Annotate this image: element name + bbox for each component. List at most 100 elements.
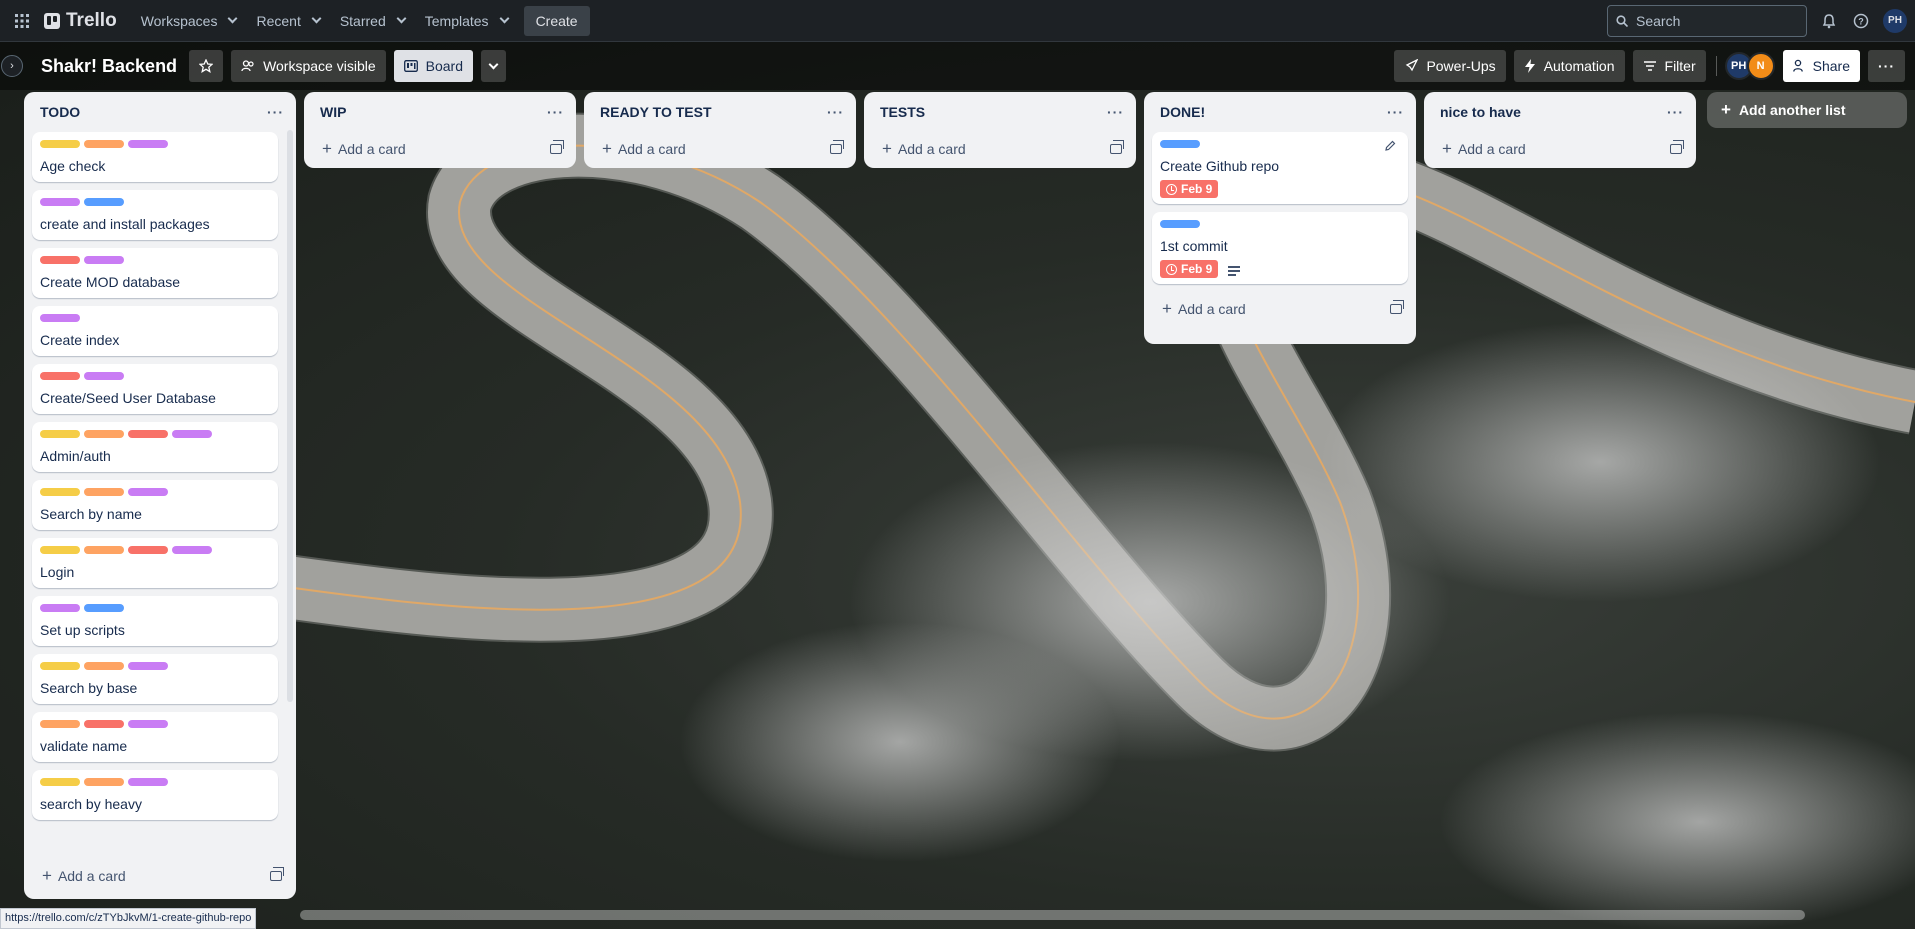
- list-menu-icon[interactable]: ···: [1107, 104, 1124, 120]
- power-ups-button[interactable]: Power-Ups: [1394, 50, 1506, 82]
- automation-button[interactable]: Automation: [1513, 50, 1625, 82]
- card-labels[interactable]: [40, 546, 270, 554]
- user-avatar[interactable]: PH: [1883, 8, 1907, 33]
- card[interactable]: Age check: [32, 132, 278, 182]
- card[interactable]: Search by base: [32, 654, 278, 704]
- star-button[interactable]: [189, 50, 224, 82]
- card-labels[interactable]: [40, 662, 270, 670]
- edit-icon[interactable]: [1384, 140, 1398, 154]
- board-title[interactable]: Shakr! Backend: [41, 56, 177, 77]
- card-labels[interactable]: [40, 720, 270, 728]
- label-orange[interactable]: [84, 778, 124, 786]
- list-title[interactable]: READY TO TEST: [600, 104, 712, 120]
- card[interactable]: 1st commit Feb 9: [1152, 212, 1408, 284]
- list-menu-icon[interactable]: ···: [1667, 104, 1684, 120]
- card[interactable]: search by heavy: [32, 770, 278, 820]
- filter-button[interactable]: Filter: [1632, 50, 1706, 82]
- label-purple[interactable]: [40, 314, 80, 322]
- label-purple[interactable]: [40, 604, 80, 612]
- board-menu-button[interactable]: ···: [1868, 50, 1905, 82]
- card[interactable]: Search by name: [32, 480, 278, 530]
- label-yellow[interactable]: [40, 140, 80, 148]
- label-purple[interactable]: [84, 256, 124, 264]
- label-orange[interactable]: [40, 720, 80, 728]
- add-card-button[interactable]: + Add a card: [584, 132, 856, 166]
- card-labels[interactable]: [40, 256, 270, 264]
- list-title[interactable]: nice to have: [1440, 104, 1521, 120]
- due-date-badge[interactable]: Feb 9: [1160, 180, 1219, 198]
- sidebar-expand-icon[interactable]: ›: [1, 55, 23, 77]
- view-switcher-button[interactable]: [480, 50, 506, 82]
- label-red[interactable]: [128, 430, 168, 438]
- list-header[interactable]: TESTS ···: [864, 92, 1136, 132]
- list-menu-icon[interactable]: ···: [827, 104, 844, 120]
- label-yellow[interactable]: [40, 546, 80, 554]
- card[interactable]: create and install packages: [32, 190, 278, 240]
- list-header[interactable]: DONE! ···: [1144, 92, 1416, 132]
- card-labels[interactable]: [40, 430, 270, 438]
- card[interactable]: Login: [32, 538, 278, 588]
- template-icon[interactable]: [1390, 300, 1404, 314]
- template-icon[interactable]: [1110, 140, 1124, 154]
- label-red[interactable]: [84, 720, 124, 728]
- list-menu-icon[interactable]: ···: [547, 104, 564, 120]
- label-purple[interactable]: [40, 198, 80, 206]
- card-labels[interactable]: [40, 604, 270, 612]
- card-labels[interactable]: [40, 778, 270, 786]
- add-card-button[interactable]: + Add a card: [1144, 292, 1416, 326]
- card[interactable]: Create index: [32, 306, 278, 356]
- help-icon[interactable]: ?: [1851, 11, 1871, 31]
- card[interactable]: validate name: [32, 712, 278, 762]
- label-yellow[interactable]: [40, 430, 80, 438]
- label-orange[interactable]: [84, 140, 124, 148]
- card-labels[interactable]: [1160, 140, 1400, 148]
- label-purple[interactable]: [128, 778, 168, 786]
- card[interactable]: Create MOD database: [32, 248, 278, 298]
- label-blue[interactable]: [84, 604, 124, 612]
- list-header[interactable]: WIP ···: [304, 92, 576, 132]
- label-purple[interactable]: [128, 488, 168, 496]
- starred-menu[interactable]: Starred: [330, 5, 415, 37]
- list-header[interactable]: nice to have ···: [1424, 92, 1696, 132]
- label-blue[interactable]: [84, 198, 124, 206]
- horizontal-scrollbar[interactable]: [300, 910, 1805, 920]
- label-red[interactable]: [40, 372, 80, 380]
- board-view-button[interactable]: Board: [393, 50, 473, 82]
- card-labels[interactable]: [40, 372, 270, 380]
- list-header[interactable]: READY TO TEST ···: [584, 92, 856, 132]
- member-avatar[interactable]: N: [1746, 52, 1775, 80]
- card[interactable]: Set up scripts: [32, 596, 278, 646]
- card-labels[interactable]: [40, 140, 270, 148]
- trello-logo[interactable]: Trello: [44, 10, 117, 32]
- label-red[interactable]: [128, 546, 168, 554]
- label-orange[interactable]: [84, 662, 124, 670]
- template-icon[interactable]: [830, 140, 844, 154]
- label-purple[interactable]: [84, 372, 124, 380]
- app-switcher-icon[interactable]: [8, 7, 36, 35]
- label-purple[interactable]: [172, 430, 212, 438]
- label-purple[interactable]: [128, 662, 168, 670]
- label-yellow[interactable]: [40, 778, 80, 786]
- workspaces-menu[interactable]: Workspaces: [131, 5, 247, 37]
- card-labels[interactable]: [40, 488, 270, 496]
- create-button[interactable]: Create: [523, 5, 590, 36]
- list-menu-icon[interactable]: ···: [267, 104, 284, 120]
- due-date-badge[interactable]: Feb 9: [1160, 260, 1219, 278]
- list-menu-icon[interactable]: ···: [1387, 104, 1404, 120]
- label-yellow[interactable]: [40, 662, 80, 670]
- add-card-button[interactable]: + Add a card: [24, 859, 296, 893]
- template-icon[interactable]: [1670, 140, 1684, 154]
- templates-menu[interactable]: Templates: [415, 5, 518, 37]
- list-title[interactable]: WIP: [320, 104, 346, 120]
- add-card-button[interactable]: + Add a card: [304, 132, 576, 166]
- label-orange[interactable]: [84, 430, 124, 438]
- list-scrollbar[interactable]: [287, 130, 293, 702]
- label-red[interactable]: [40, 256, 80, 264]
- list-header[interactable]: TODO ···: [24, 92, 296, 132]
- label-purple[interactable]: [172, 546, 212, 554]
- card[interactable]: Create/Seed User Database: [32, 364, 278, 414]
- card-labels[interactable]: [40, 198, 270, 206]
- label-blue[interactable]: [1160, 140, 1200, 148]
- label-orange[interactable]: [84, 488, 124, 496]
- list-title[interactable]: TODO: [40, 104, 80, 120]
